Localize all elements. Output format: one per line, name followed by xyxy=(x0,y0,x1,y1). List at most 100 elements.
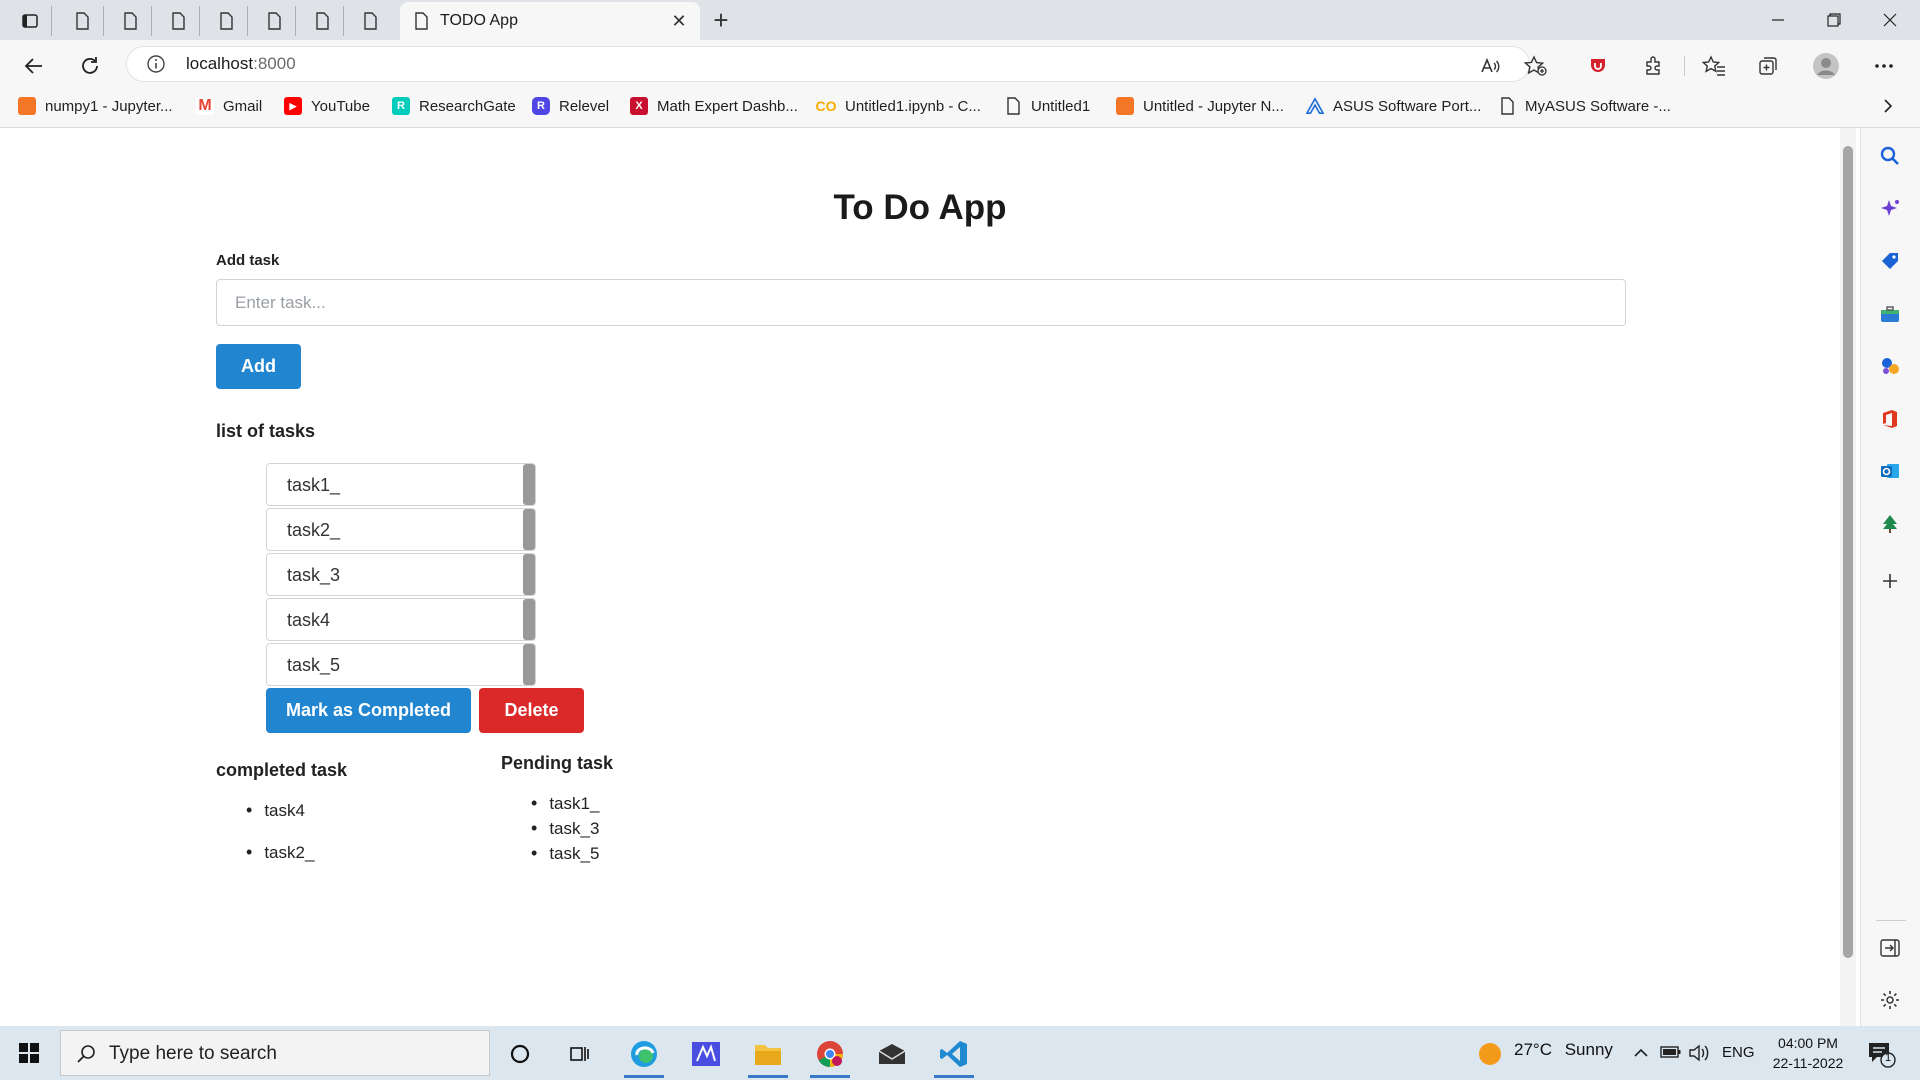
delete-button[interactable]: Delete xyxy=(479,688,584,733)
extensions-icon[interactable] xyxy=(1636,48,1672,84)
tools-briefcase-icon[interactable] xyxy=(1874,298,1906,330)
bookmark-relevel[interactable]: R Relevel xyxy=(532,94,609,118)
vscode-taskbar-icon[interactable] xyxy=(932,1034,976,1074)
page-icon xyxy=(1498,97,1516,115)
bookmark-label: ResearchGate xyxy=(419,97,516,115)
scroll-handle[interactable] xyxy=(523,509,535,550)
toolbar-divider xyxy=(1684,56,1685,76)
more-options-icon[interactable] xyxy=(1866,48,1902,84)
hide-sidebar-icon[interactable] xyxy=(1874,932,1906,964)
task-list-item[interactable]: task4 xyxy=(266,598,536,641)
task-list-item[interactable]: task_5 xyxy=(266,643,536,686)
task-list-item[interactable]: task1_ xyxy=(266,463,536,506)
bookmark-math-expert[interactable]: X Math Expert Dashb... xyxy=(630,94,798,118)
search-icon[interactable] xyxy=(1874,140,1906,172)
close-window-icon[interactable] xyxy=(1862,0,1918,40)
edge-taskbar-icon[interactable] xyxy=(622,1034,666,1074)
colab-icon: CO xyxy=(815,98,837,114)
close-tab-icon[interactable]: ✕ xyxy=(668,10,690,32)
games-icon[interactable] xyxy=(1874,350,1906,382)
tab-title: TODO App xyxy=(440,12,518,29)
back-icon[interactable] xyxy=(16,48,52,84)
bookmark-asus[interactable]: ASUS Software Port... xyxy=(1306,94,1481,118)
scroll-handle[interactable] xyxy=(523,644,535,685)
volume-icon[interactable] xyxy=(1688,1043,1710,1063)
task-text: task_3 xyxy=(287,565,341,585)
refresh-icon[interactable] xyxy=(72,48,108,84)
pending-task-text: task_5 xyxy=(549,843,600,863)
pinned-tab-3[interactable] xyxy=(156,6,200,36)
researchgate-icon: R xyxy=(392,97,410,115)
scroll-handle[interactable] xyxy=(523,464,535,505)
url-text[interactable]: localhost:8000 xyxy=(186,52,296,76)
page-title: To Do App xyxy=(833,188,1007,227)
add-button[interactable]: Add xyxy=(216,344,301,389)
weather-widget[interactable]: 27°C Sunny xyxy=(1514,1040,1613,1060)
clock[interactable]: 04:00 PM 22-11-2022 xyxy=(1768,1033,1848,1073)
language-indicator[interactable]: ENG xyxy=(1722,1044,1755,1061)
add-sidebar-icon[interactable] xyxy=(1874,565,1906,597)
mark-completed-button[interactable]: Mark as Completed xyxy=(266,688,471,733)
pinned-tab-5[interactable] xyxy=(252,6,296,36)
weather-temp: 27°C xyxy=(1514,1040,1552,1059)
read-aloud-icon[interactable] xyxy=(1472,48,1508,84)
bookmark-gmail[interactable]: M Gmail xyxy=(196,94,262,118)
asus-icon xyxy=(1306,97,1324,115)
mathtype-taskbar-icon[interactable] xyxy=(684,1034,728,1074)
minimize-icon[interactable] xyxy=(1750,0,1806,40)
task-list-item[interactable]: task_3 xyxy=(266,553,536,596)
bookmark-researchgate[interactable]: R ResearchGate xyxy=(392,94,516,118)
chevron-right-icon[interactable] xyxy=(1876,94,1900,118)
tree-icon[interactable] xyxy=(1874,508,1906,540)
active-tab[interactable]: TODO App ✕ xyxy=(400,2,700,40)
notifications-icon[interactable]: 1 xyxy=(1866,1040,1896,1068)
math-expert-icon: X xyxy=(630,97,648,115)
bookmark-colab[interactable]: CO Untitled1.ipynb - C... xyxy=(816,94,981,118)
shopping-tag-icon[interactable] xyxy=(1874,245,1906,277)
task-input[interactable] xyxy=(216,279,1626,326)
site-info-icon[interactable] xyxy=(146,54,166,74)
chrome-taskbar-icon[interactable] xyxy=(808,1034,852,1074)
bookmark-label: Math Expert Dashb... xyxy=(657,97,798,115)
new-tab-button[interactable]: + xyxy=(706,6,736,36)
profile-avatar[interactable] xyxy=(1808,48,1844,84)
search-icon xyxy=(76,1043,98,1065)
add-favorite-icon[interactable] xyxy=(1518,48,1554,84)
bookmark-youtube[interactable]: ▶ YouTube xyxy=(284,94,370,118)
outlook-icon[interactable] xyxy=(1874,455,1906,487)
office-icon[interactable] xyxy=(1874,403,1906,435)
list-heading: list of tasks xyxy=(216,421,316,441)
mail-icon[interactable] xyxy=(870,1034,914,1074)
address-bar[interactable] xyxy=(126,46,1530,82)
sidebar-divider xyxy=(1876,920,1906,921)
task-list-item[interactable]: task2_ xyxy=(266,508,536,551)
pinned-tab-6[interactable] xyxy=(300,6,344,36)
pinned-tab-2[interactable] xyxy=(108,6,152,36)
pinned-tab-7[interactable] xyxy=(348,6,392,36)
settings-gear-icon[interactable] xyxy=(1874,984,1906,1016)
bookmark-myasus[interactable]: MyASUS Software -... xyxy=(1498,94,1671,118)
pinned-tab-4[interactable] xyxy=(204,6,248,36)
discover-sparkle-icon[interactable] xyxy=(1874,193,1906,225)
pinned-tab-1[interactable] xyxy=(60,6,104,36)
pending-list-item: task1_ xyxy=(531,793,599,814)
scroll-handle[interactable] xyxy=(523,599,535,640)
bookmark-numpy1[interactable]: numpy1 - Jupyter... xyxy=(18,94,173,118)
windows-start-icon[interactable] xyxy=(18,1042,42,1066)
battery-icon[interactable] xyxy=(1660,1045,1682,1061)
cortana-icon[interactable] xyxy=(498,1034,542,1074)
task-view-icon[interactable] xyxy=(558,1034,602,1074)
bookmark-untitled-jupyter[interactable]: Untitled - Jupyter N... xyxy=(1116,94,1284,118)
extension-shield-icon[interactable] xyxy=(1580,48,1616,84)
page-scrollbar-thumb[interactable] xyxy=(1843,146,1853,958)
restore-icon[interactable] xyxy=(1806,0,1862,40)
tab-actions-icon[interactable] xyxy=(8,6,52,36)
collections-icon[interactable] xyxy=(1750,48,1786,84)
favorites-icon[interactable] xyxy=(1696,48,1732,84)
file-explorer-icon[interactable] xyxy=(746,1034,790,1074)
completed-heading: completed task xyxy=(216,760,348,780)
bookmark-untitled1[interactable]: Untitled1 xyxy=(1004,94,1090,118)
chevron-up-icon[interactable] xyxy=(1632,1044,1650,1062)
scroll-handle[interactable] xyxy=(523,554,535,595)
gmail-icon: M xyxy=(196,97,214,115)
